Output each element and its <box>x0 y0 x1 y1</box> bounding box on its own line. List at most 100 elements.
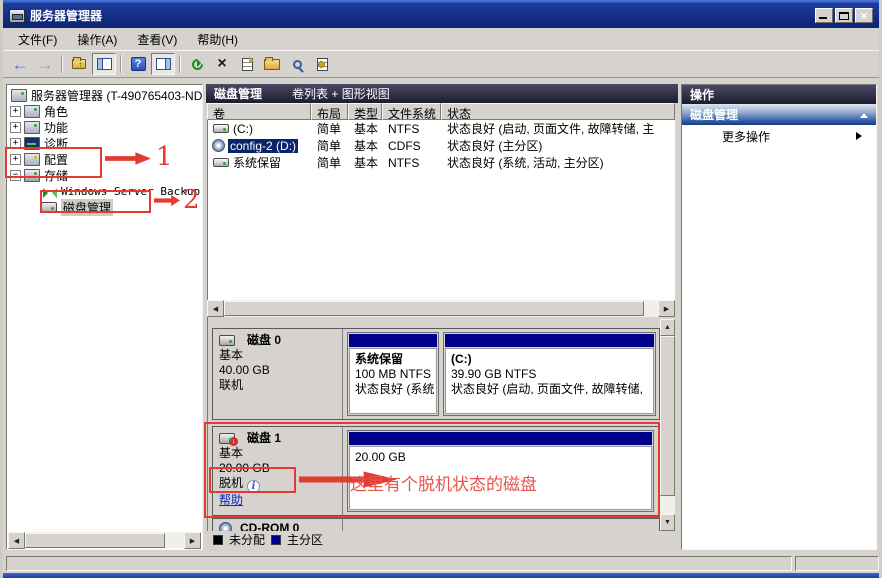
table-row-system-reserved[interactable]: 系统保留 简单 基本 NTFS 状态良好 (系统, 活动, 主分区) <box>208 154 675 171</box>
partition-c[interactable]: (C:) 39.90 GB NTFS 状态良好 (启动, 页面文件, 故障转储, <box>443 332 656 416</box>
menu-help[interactable]: 帮助(H) <box>188 28 247 51</box>
features-icon <box>24 121 40 134</box>
delete-button[interactable]: × <box>210 53 234 75</box>
configure-icon <box>317 58 328 71</box>
table-row-c[interactable]: (C:) 简单 基本 NTFS 状态良好 (启动, 页面文件, 故障转储, 主 <box>208 120 675 137</box>
primary-partition-bar <box>349 334 437 347</box>
scroll-right-icon[interactable]: ▶ <box>184 532 201 549</box>
menu-action[interactable]: 操作(A) <box>68 28 126 51</box>
cell-filesystem: NTFS <box>383 122 442 136</box>
action-pane-toggle-button[interactable] <box>151 53 175 75</box>
refresh-button[interactable] <box>185 53 209 75</box>
column-type[interactable]: 类型 <box>348 103 382 120</box>
cell-filesystem: NTFS <box>383 156 442 170</box>
scroll-left-icon[interactable]: ◀ <box>207 300 224 317</box>
annotation-box-disk-management <box>40 190 151 213</box>
server-manager-window: 服务器管理器 × 文件(F) 操作(A) 查看(V) 帮助(H) ← → ↑ ?… <box>0 0 882 578</box>
cell-layout: 简单 <box>312 154 349 171</box>
disk-name: 磁盘 0 <box>247 333 281 348</box>
partition-info: 39.90 GB NTFS <box>451 367 648 382</box>
tree-item-roles[interactable]: + 角色 <box>7 103 202 119</box>
scroll-up-icon[interactable]: ▲ <box>660 319 675 336</box>
tree-item-label: 角色 <box>44 103 68 120</box>
tree-item-label: 功能 <box>44 119 68 136</box>
column-layout[interactable]: 布局 <box>311 103 348 120</box>
disk-name: CD-ROM 0 <box>240 521 299 531</box>
expand-plus-icon[interactable]: + <box>10 122 21 133</box>
help-button[interactable]: ? <box>126 53 150 75</box>
panel-title: 磁盘管理 <box>214 85 262 102</box>
table-row-config2-selected[interactable]: config-2 (D:) 简单 基本 CDFS 状态良好 (主分区) <box>208 137 675 154</box>
scroll-down-icon[interactable]: ▼ <box>660 514 675 531</box>
close-button[interactable]: × <box>855 8 873 23</box>
help-icon: ? <box>131 57 146 71</box>
more-actions-item[interactable]: 更多操作 <box>682 125 876 147</box>
annotation-step-number-1: 1 <box>156 144 173 170</box>
column-filesystem[interactable]: 文件系统 <box>382 103 441 120</box>
toolbar-separator <box>120 55 122 73</box>
maximize-button[interactable] <box>835 8 853 23</box>
back-button[interactable]: ← <box>8 53 32 75</box>
console-tree-toggle-button[interactable] <box>92 53 116 75</box>
legend-unallocated-label: 未分配 <box>229 531 265 548</box>
cd-volume-icon <box>212 139 225 152</box>
expand-plus-icon[interactable]: + <box>10 106 21 117</box>
tree-horizontal-scrollbar[interactable]: ◀ ▶ <box>8 532 201 548</box>
actions-section-title: 磁盘管理 <box>690 106 738 123</box>
volume-list-horizontal-scrollbar[interactable]: ◀ ▶ <box>207 300 675 317</box>
disk-0-block[interactable]: 磁盘 0 基本 40.00 GB 联机 系统保留 100 MB NTFS 状态良… <box>212 328 660 420</box>
cdrom-label-area[interactable]: CD-ROM 0 <box>213 519 343 531</box>
panel-view-label: 卷列表 + 图形视图 <box>292 85 390 102</box>
server-manager-app-icon <box>9 9 25 23</box>
tree-root-label: 服务器管理器 (T-490765403-ND <box>31 87 202 104</box>
scrollbar-thumb[interactable] <box>660 336 675 496</box>
disk-size: 40.00 GB <box>219 363 336 378</box>
disk-0-label-area[interactable]: 磁盘 0 基本 40.00 GB 联机 <box>213 329 343 419</box>
collapse-icon[interactable] <box>860 109 868 118</box>
volume-name: 系统保留 <box>233 154 281 171</box>
scroll-left-icon[interactable]: ◀ <box>8 532 25 549</box>
column-status[interactable]: 状态 <box>441 103 675 120</box>
scrollbar-thumb[interactable] <box>25 533 165 548</box>
scroll-right-icon[interactable]: ▶ <box>658 300 675 317</box>
annotation-offline-note: 这里有个脱机状态的磁盘 <box>350 470 537 495</box>
properties-icon <box>242 58 253 71</box>
annotation-step-number-2: 2 <box>183 187 200 213</box>
partition-status: 状态良好 (启动, 页面文件, 故障转储, <box>451 382 648 397</box>
find-button[interactable] <box>285 53 309 75</box>
tree-item-root[interactable]: 服务器管理器 (T-490765403-ND <box>7 87 202 103</box>
properties-button[interactable] <box>235 53 259 75</box>
more-actions-label: 更多操作 <box>722 128 770 145</box>
unallocated-color-swatch <box>213 535 223 545</box>
actions-pane-header: 操作 <box>682 85 876 104</box>
actions-section-disk-management[interactable]: 磁盘管理 <box>682 104 876 125</box>
find-icon <box>293 60 302 69</box>
column-volume[interactable]: 卷 <box>207 103 311 120</box>
titlebar[interactable]: 服务器管理器 × <box>3 3 879 28</box>
delete-icon: × <box>217 56 226 72</box>
partition-name: (C:) <box>451 352 648 367</box>
action-pane-toggle-icon <box>156 58 171 70</box>
window-title: 服务器管理器 <box>30 7 102 24</box>
tree-item-features[interactable]: + 功能 <box>7 119 202 135</box>
disk-icon <box>219 335 235 346</box>
cell-layout: 简单 <box>312 137 349 154</box>
disk-management-panel-header: 磁盘管理 卷列表 + 图形视图 <box>206 84 678 103</box>
up-one-level-button[interactable]: ↑ <box>67 53 91 75</box>
menu-file[interactable]: 文件(F) <box>9 28 66 51</box>
partition-system-reserved[interactable]: 系统保留 100 MB NTFS 状态良好 (系统 <box>347 332 439 416</box>
legend-primary-label: 主分区 <box>287 531 323 548</box>
forward-button[interactable]: → <box>33 53 57 75</box>
submenu-arrow-icon <box>856 132 866 140</box>
volume-icon <box>213 124 229 133</box>
volume-name-selected: config-2 (D:) <box>228 139 298 153</box>
menu-view[interactable]: 查看(V) <box>128 28 186 51</box>
minimize-button[interactable] <box>815 8 833 23</box>
menu-bar: 文件(F) 操作(A) 查看(V) 帮助(H) <box>3 28 879 50</box>
open-button[interactable] <box>260 53 284 75</box>
scrollbar-thumb[interactable] <box>224 301 644 316</box>
window-bottom-border <box>3 573 879 578</box>
configure-button[interactable] <box>310 53 334 75</box>
cdrom-0-block[interactable]: CD-ROM 0 <box>212 518 660 531</box>
graphical-view-vertical-scrollbar[interactable]: ▲ ▼ <box>660 319 675 531</box>
